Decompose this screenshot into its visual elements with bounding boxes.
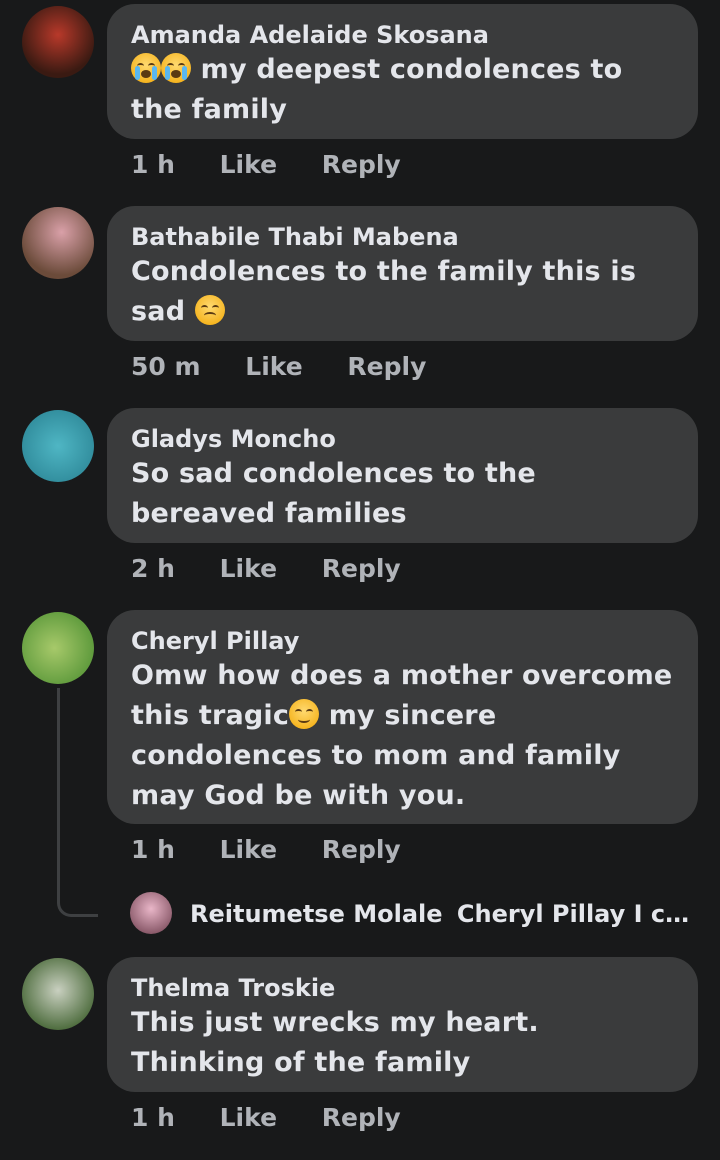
comment-author[interactable]: Gladys Moncho	[131, 424, 674, 454]
reply-button[interactable]: Reply	[322, 835, 401, 864]
comment-actions: 50 m Like Reply	[131, 352, 462, 381]
comment-time[interactable]: 2 h	[131, 554, 175, 583]
comment-bubble[interactable]: Thelma Troskie This just wrecks my heart…	[107, 957, 698, 1092]
comment-text-line: my sincere	[328, 700, 497, 731]
comment-actions: 2 h Like Reply	[131, 554, 437, 583]
comment-time[interactable]: 1 h	[131, 835, 175, 864]
reply-button[interactable]: Reply	[322, 150, 401, 179]
comment-text-line: bereaved families	[131, 498, 407, 529]
comment-text-line: Condolences to the family this is	[131, 256, 637, 287]
comment-text-line: Thinking of the family	[131, 1047, 471, 1078]
comment-author[interactable]: Amanda Adelaide Skosana	[131, 20, 674, 50]
like-button[interactable]: Like	[220, 554, 277, 583]
reply-button[interactable]: Reply	[322, 1103, 401, 1132]
comment-text: my deepest condolences to the family	[131, 50, 674, 130]
comment-text-line: my deepest condolences to	[200, 54, 623, 85]
like-button[interactable]: Like	[245, 352, 302, 381]
like-button[interactable]: Like	[220, 1103, 277, 1132]
comment-bubble[interactable]: Cheryl Pillay Omw how does a mother over…	[107, 610, 698, 824]
comment-actions: 1 h Like Reply	[131, 1103, 437, 1132]
comment-actions: 1 h Like Reply	[131, 835, 437, 864]
reply-preview[interactable]: Reitumetse Molale Cheryl Pillay I ca...	[130, 892, 700, 936]
comment-text-line: this tragic	[131, 700, 290, 731]
avatar[interactable]	[22, 207, 94, 279]
comment-actions: 1 h Like Reply	[131, 150, 437, 179]
reply-button[interactable]: Reply	[322, 554, 401, 583]
avatar[interactable]	[22, 410, 94, 482]
comment-author[interactable]: Bathabile Thabi Mabena	[131, 222, 674, 252]
avatar[interactable]	[22, 612, 94, 684]
comment-text-line: condolences to mom and family	[131, 740, 621, 771]
comment-bubble[interactable]: Amanda Adelaide Skosana my deepest condo…	[107, 4, 698, 139]
comment-text: This just wrecks my heart. Thinking of t…	[131, 1003, 674, 1083]
comment-bubble[interactable]: Gladys Moncho So sad condolences to the …	[107, 408, 698, 543]
comment-text-line: may God be with you.	[131, 780, 466, 811]
reply-button[interactable]: Reply	[347, 352, 426, 381]
avatar[interactable]	[22, 958, 94, 1030]
comment-text-line: So sad condolences to the	[131, 458, 536, 489]
comment-bubble[interactable]: Bathabile Thabi Mabena Condolences to th…	[107, 206, 698, 341]
comment-time[interactable]: 1 h	[131, 1103, 175, 1132]
like-button[interactable]: Like	[220, 835, 277, 864]
loudly-crying-face-icon	[161, 53, 191, 83]
avatar[interactable]	[22, 6, 94, 78]
comment-text: So sad condolences to the bereaved famil…	[131, 454, 674, 534]
loudly-crying-face-icon	[131, 53, 161, 83]
comment-time[interactable]: 50 m	[131, 352, 201, 381]
comment-text-line: the family	[131, 94, 288, 125]
comment-text-line: Omw how does a mother overcome	[131, 660, 673, 691]
like-button[interactable]: Like	[220, 150, 277, 179]
reply-snippet: Cheryl Pillay I ca...	[456, 900, 695, 928]
comment-author[interactable]: Thelma Troskie	[131, 973, 674, 1003]
thread-line	[57, 688, 98, 917]
pensive-face-icon	[194, 295, 225, 325]
comment-text: Omw how does a mother overcome this trag…	[131, 656, 674, 816]
reply-preview-text[interactable]: Reitumetse Molale Cheryl Pillay I ca...	[190, 900, 695, 928]
comment-author[interactable]: Cheryl Pillay	[131, 626, 674, 656]
comment-text-line: sad	[131, 296, 186, 327]
reply-author[interactable]: Reitumetse Molale	[190, 900, 443, 928]
comment-text-line: This just wrecks my heart.	[131, 1007, 539, 1038]
avatar[interactable]	[130, 892, 172, 934]
comment-time[interactable]: 1 h	[131, 150, 175, 179]
comment-text: Condolences to the family this is sad	[131, 252, 674, 332]
sad-face-icon	[289, 699, 320, 729]
